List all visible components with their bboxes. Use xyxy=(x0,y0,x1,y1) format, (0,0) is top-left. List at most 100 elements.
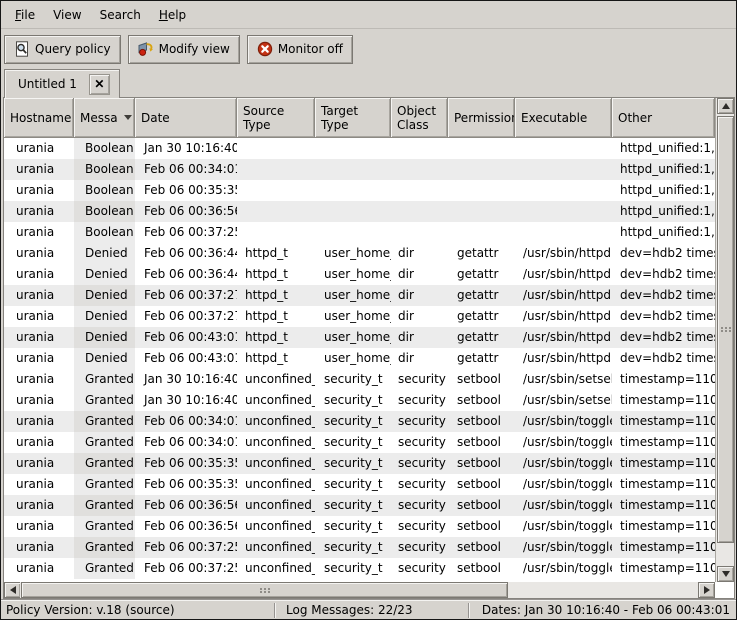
cell-executable: /usr/sbin/toggle xyxy=(515,411,612,432)
cell-source-type: unconfined_ xyxy=(237,369,315,390)
cell-source-type: httpd_t xyxy=(237,285,315,306)
column-header-message[interactable]: Messa xyxy=(74,98,135,138)
scroll-down-button[interactable] xyxy=(717,566,734,582)
cell-executable: /usr/sbin/toggle xyxy=(515,432,612,453)
cell-target-type: security_t xyxy=(315,411,391,432)
table-row[interactable]: urania Granted Feb 06 00:35:35 unconfine… xyxy=(4,474,715,495)
cell-source-type: unconfined_ xyxy=(237,558,315,579)
cell-source-type: httpd_t xyxy=(237,327,315,348)
table-row[interactable]: urania Denied Feb 06 00:37:27 httpd_t us… xyxy=(4,306,715,327)
column-header-permission[interactable]: Permission xyxy=(448,98,515,138)
menu-item-file[interactable]: File xyxy=(10,3,40,27)
cell-object-class: dir xyxy=(391,306,448,327)
table-row[interactable]: urania Denied Feb 06 00:36:44 httpd_t us… xyxy=(4,264,715,285)
table-row[interactable]: urania Granted Feb 06 00:36:56 unconfine… xyxy=(4,516,715,537)
cell-object-class: security xyxy=(391,411,448,432)
cell-object-class xyxy=(391,222,448,243)
vertical-scrollbar-track[interactable] xyxy=(717,114,734,566)
cell-hostname: urania xyxy=(4,222,74,243)
cell-permission: getattr xyxy=(448,327,515,348)
cell-object-class: dir xyxy=(391,243,448,264)
cell-permission: setbool xyxy=(448,495,515,516)
table-row[interactable]: urania Denied Feb 06 00:43:01 httpd_t us… xyxy=(4,327,715,348)
cell-source-type: unconfined_ xyxy=(237,495,315,516)
cell-target-type: user_home_ xyxy=(315,243,391,264)
right-arrow-icon xyxy=(704,586,710,594)
modify-view-button[interactable]: Modify view xyxy=(128,35,240,64)
cell-date: Feb 06 00:37:27 xyxy=(135,285,237,306)
menu-item-help[interactable]: Help xyxy=(154,3,191,27)
column-header-other[interactable]: Other xyxy=(612,98,715,138)
column-header-hostname[interactable]: Hostname xyxy=(4,98,74,138)
query-policy-button[interactable]: Query policy xyxy=(4,35,121,64)
left-arrow-icon xyxy=(10,586,16,594)
cell-other: dev=hdb2 timesta xyxy=(612,243,715,264)
table-row[interactable]: urania Boolean Feb 06 00:36:56 httpd_uni… xyxy=(4,201,715,222)
cell-target-type xyxy=(315,159,391,180)
table-row[interactable]: urania Granted Feb 06 00:36:56 unconfine… xyxy=(4,495,715,516)
cell-hostname: urania xyxy=(4,453,74,474)
cell-hostname: urania xyxy=(4,348,74,369)
table-row[interactable]: urania Granted Jan 30 10:16:40 unconfine… xyxy=(4,369,715,390)
scroll-up-button[interactable] xyxy=(717,98,734,114)
cell-object-class: dir xyxy=(391,327,448,348)
vertical-scrollbar[interactable] xyxy=(715,98,734,582)
menu-item-search[interactable]: Search xyxy=(95,3,146,27)
cell-executable xyxy=(515,201,612,222)
cell-message: Granted xyxy=(74,453,135,474)
tab-close-button[interactable]: ✕ xyxy=(89,74,110,95)
horizontal-scrollbar-track[interactable] xyxy=(20,582,699,598)
cell-target-type xyxy=(315,201,391,222)
table-row[interactable]: urania Boolean Jan 30 10:16:40 httpd_uni… xyxy=(4,138,715,159)
column-header-date[interactable]: Date xyxy=(135,98,237,138)
monitor-off-button[interactable]: Monitor off xyxy=(247,35,353,64)
table-row[interactable]: urania Boolean Feb 06 00:37:25 httpd_uni… xyxy=(4,222,715,243)
scroll-left-button[interactable] xyxy=(4,582,21,598)
cell-message: Granted xyxy=(74,369,135,390)
cell-target-type: security_t xyxy=(315,369,391,390)
cell-permission: getattr xyxy=(448,285,515,306)
column-header-object-class[interactable]: Object Class xyxy=(391,98,448,138)
table-row[interactable]: urania Denied Feb 06 00:43:01 httpd_t us… xyxy=(4,348,715,369)
table-row[interactable]: urania Granted Feb 06 00:37:25 unconfine… xyxy=(4,537,715,558)
cell-message: Denied xyxy=(74,264,135,285)
table-row[interactable]: urania Granted Feb 06 00:34:01 unconfine… xyxy=(4,411,715,432)
scroll-right-button[interactable] xyxy=(698,582,715,598)
cell-source-type xyxy=(237,201,315,222)
cell-permission: setbool xyxy=(448,453,515,474)
column-header-executable[interactable]: Executable xyxy=(515,98,612,138)
horizontal-scrollbar-thumb[interactable] xyxy=(21,582,508,598)
table-row[interactable]: urania Denied Feb 06 00:37:27 httpd_t us… xyxy=(4,285,715,306)
cell-other: httpd_unified:1, ht xyxy=(612,138,715,159)
cell-other: timestamp=11076 xyxy=(612,411,715,432)
cell-target-type: user_home_ xyxy=(315,306,391,327)
table-row[interactable]: urania Granted Jan 30 10:16:40 unconfine… xyxy=(4,390,715,411)
modify-view-label: Modify view xyxy=(159,42,230,56)
cell-date: Jan 30 10:16:40 xyxy=(135,369,237,390)
table-row[interactable]: urania Granted Feb 06 00:34:01 unconfine… xyxy=(4,432,715,453)
cell-message: Granted xyxy=(74,432,135,453)
tab-untitled-1[interactable]: Untitled 1 ✕ xyxy=(4,69,120,98)
cell-date: Feb 06 00:35:35 xyxy=(135,474,237,495)
column-header-source-type[interactable]: Source Type xyxy=(237,98,315,138)
table-row[interactable]: urania Granted Feb 06 00:35:35 unconfine… xyxy=(4,453,715,474)
horizontal-scrollbar[interactable] xyxy=(4,582,715,598)
table-row[interactable]: urania Granted Feb 06 00:37:25 unconfine… xyxy=(4,558,715,579)
cell-target-type: security_t xyxy=(315,390,391,411)
menu-item-view[interactable]: View xyxy=(48,3,86,27)
cell-permission: setbool xyxy=(448,537,515,558)
column-header-target-type[interactable]: Target Type xyxy=(315,98,391,138)
cell-message: Boolean xyxy=(74,180,135,201)
thumb-grip-icon xyxy=(260,588,262,590)
cell-hostname: urania xyxy=(4,243,74,264)
cell-target-type: security_t xyxy=(315,474,391,495)
table-row[interactable]: urania Boolean Feb 06 00:34:01 httpd_uni… xyxy=(4,159,715,180)
cell-target-type: user_home_ xyxy=(315,285,391,306)
table-row[interactable]: urania Denied Feb 06 00:36:44 httpd_t us… xyxy=(4,243,715,264)
vertical-scrollbar-thumb[interactable] xyxy=(717,116,734,543)
cell-object-class xyxy=(391,180,448,201)
cell-permission: getattr xyxy=(448,264,515,285)
cell-object-class: dir xyxy=(391,348,448,369)
cell-message: Boolean xyxy=(74,159,135,180)
table-row[interactable]: urania Boolean Feb 06 00:35:35 httpd_uni… xyxy=(4,180,715,201)
